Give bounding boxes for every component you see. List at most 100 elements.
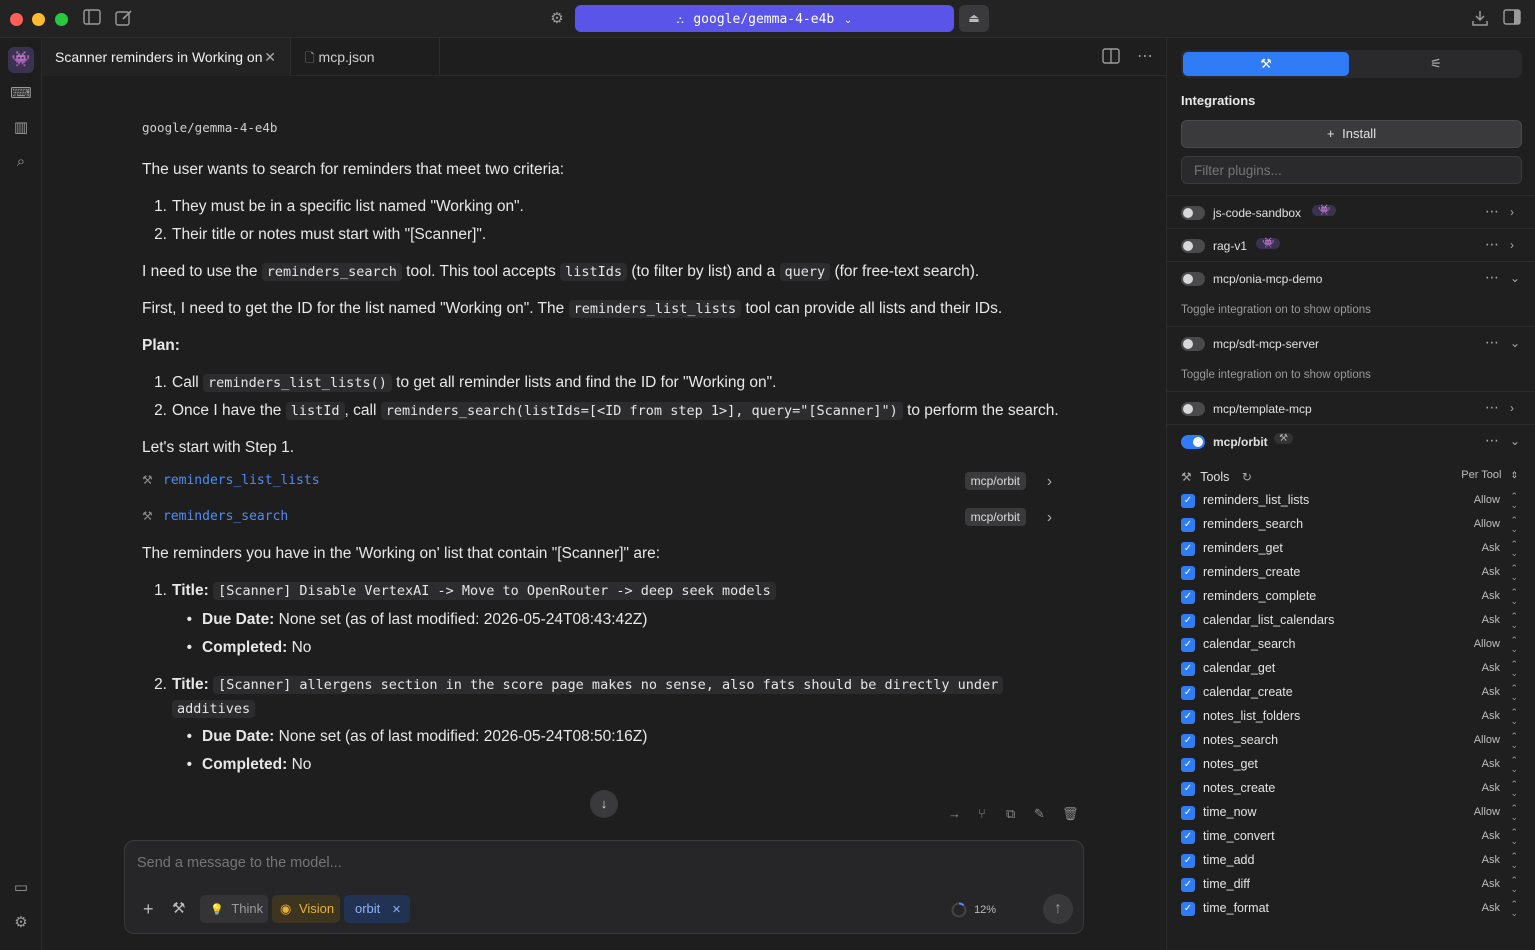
per-tool-select[interactable]: Per Tool ⇕ — [1461, 469, 1518, 481]
orbit-plugin-chip[interactable]: orbit ✕ — [344, 895, 410, 923]
eject-model-button[interactable]: ⏏ — [959, 5, 989, 32]
chat-mode-icon[interactable]: 👾 — [8, 47, 34, 73]
plugin-row-mcp-orbit[interactable]: mcp/orbit ⚒ ⋯ ⌄ — [1167, 424, 1535, 457]
plugin-row-js-code-sandbox[interactable]: js-code-sandbox 👾 ⋯ › — [1167, 195, 1535, 228]
right-panel-toggle-icon[interactable] — [1502, 9, 1522, 29]
delete-icon[interactable]: 🗑 — [1062, 806, 1079, 822]
tool-call-row[interactable]: ⚒ reminders_search mcp/orbit › — [142, 507, 1060, 531]
tool-checkbox[interactable]: ✓ — [1181, 566, 1195, 580]
continue-icon[interactable]: → — [948, 806, 961, 821]
tool-permission-select[interactable]: Ask — [1482, 542, 1500, 554]
remove-chip-icon[interactable]: ✕ — [392, 904, 401, 916]
plugin-row-rag-v1[interactable]: rag-v1 👾 ⋯ › — [1167, 228, 1535, 261]
tool-permission-select[interactable]: Ask — [1482, 566, 1500, 578]
developer-icon[interactable]: ▭ — [8, 875, 34, 901]
tool-checkbox[interactable]: ✓ — [1181, 494, 1195, 508]
tool-permission-select[interactable]: Ask — [1482, 902, 1500, 914]
tool-checkbox[interactable]: ✓ — [1181, 662, 1195, 676]
chevron-right-icon[interactable]: › — [1510, 401, 1514, 415]
more-icon[interactable]: ⋯ — [1485, 334, 1499, 351]
tool-checkbox[interactable]: ✓ — [1181, 638, 1195, 652]
plugin-toggle[interactable] — [1181, 435, 1205, 449]
tool-checkbox[interactable]: ✓ — [1181, 614, 1195, 628]
tool-permission-select[interactable]: Ask — [1482, 830, 1500, 842]
new-chat-icon[interactable] — [114, 9, 134, 29]
minimize-window-button[interactable] — [32, 13, 45, 26]
tools-tab[interactable]: ⚒ — [1183, 52, 1349, 76]
tool-permission-select[interactable]: Ask — [1482, 686, 1500, 698]
close-window-button[interactable] — [10, 13, 23, 26]
chevron-down-icon[interactable]: ⌄ — [1510, 434, 1520, 448]
tool-checkbox[interactable]: ✓ — [1181, 542, 1195, 556]
edit-icon[interactable]: ✎ — [1034, 806, 1045, 822]
tool-permission-select[interactable]: Allow — [1474, 806, 1500, 818]
tools-hammer-icon[interactable]: ⚒ — [172, 899, 185, 917]
refresh-icon[interactable]: ↻ — [1242, 470, 1252, 484]
more-icon[interactable]: ⋯ — [1485, 399, 1499, 416]
tool-permission-select[interactable]: Ask — [1482, 614, 1500, 626]
send-button[interactable]: ↑ — [1043, 894, 1073, 924]
plugin-row-mcp-onia-mcp-demo[interactable]: mcp/onia-mcp-demo ⋯ ⌄ Toggle integration… — [1167, 261, 1535, 326]
tab-mcp-json[interactable]: 🗋 mcp.json — [292, 38, 440, 76]
download-icon[interactable] — [1470, 9, 1490, 29]
think-toggle[interactable]: 💡 Think — [200, 895, 268, 923]
plugin-toggle[interactable] — [1181, 402, 1205, 416]
tool-checkbox[interactable]: ✓ — [1181, 734, 1195, 748]
tool-checkbox[interactable]: ✓ — [1181, 518, 1195, 532]
tool-checkbox[interactable]: ✓ — [1181, 710, 1195, 724]
tool-checkbox[interactable]: ✓ — [1181, 686, 1195, 700]
tool-permission-select[interactable]: Ask — [1482, 878, 1500, 890]
tool-checkbox[interactable]: ✓ — [1181, 806, 1195, 820]
settings-gear-icon[interactable]: ⚙ — [8, 910, 34, 936]
install-button[interactable]: + Install — [1181, 120, 1522, 148]
tool-permission-select[interactable]: Allow — [1474, 494, 1500, 506]
more-options-icon[interactable]: ⋯ — [1137, 46, 1153, 66]
tool-checkbox[interactable]: ✓ — [1181, 854, 1195, 868]
tool-permission-select[interactable]: Ask — [1482, 710, 1500, 722]
plugin-toggle[interactable] — [1181, 206, 1205, 220]
scroll-to-bottom-button[interactable]: ↓ — [590, 790, 618, 818]
close-tab-icon[interactable]: ✕ — [264, 38, 276, 76]
add-attachment-icon[interactable]: + — [143, 899, 154, 920]
terminal-icon[interactable]: ⌨ — [8, 81, 34, 107]
tool-permission-select[interactable]: Allow — [1474, 734, 1500, 746]
copy-icon[interactable]: ⧉ — [1006, 806, 1015, 822]
tool-call-row[interactable]: ⚒ reminders_list_lists mcp/orbit › — [142, 471, 1060, 495]
vision-toggle[interactable]: ◉ Vision — [272, 895, 340, 923]
split-view-icon[interactable] — [1102, 48, 1120, 69]
tool-checkbox[interactable]: ✓ — [1181, 590, 1195, 604]
plugin-toggle[interactable] — [1181, 239, 1205, 253]
model-settings-icon[interactable]: ⚙ — [547, 9, 567, 29]
chevron-right-icon[interactable]: › — [1510, 205, 1514, 219]
tool-permission-select[interactable]: Ask — [1482, 662, 1500, 674]
discover-icon[interactable]: ⌕ — [8, 149, 34, 175]
more-icon[interactable]: ⋯ — [1485, 236, 1499, 253]
plugin-toggle[interactable] — [1181, 272, 1205, 286]
tool-checkbox[interactable]: ✓ — [1181, 830, 1195, 844]
tool-checkbox[interactable]: ✓ — [1181, 782, 1195, 796]
settings-tab[interactable]: ⚟ — [1353, 52, 1519, 76]
tool-checkbox[interactable]: ✓ — [1181, 902, 1195, 916]
plugin-row-mcp-sdt-mcp-server[interactable]: mcp/sdt-mcp-server ⋯ ⌄ Toggle integratio… — [1167, 326, 1535, 391]
branch-icon[interactable]: ⑂ — [978, 806, 986, 821]
tool-permission-select[interactable]: Ask — [1482, 782, 1500, 794]
more-icon[interactable]: ⋯ — [1485, 432, 1499, 449]
models-icon[interactable]: ▥ — [8, 115, 34, 141]
tool-permission-select[interactable]: Allow — [1474, 518, 1500, 530]
plugin-toggle[interactable] — [1181, 337, 1205, 351]
zoom-window-button[interactable] — [55, 13, 68, 26]
tool-permission-select[interactable]: Ask — [1482, 854, 1500, 866]
filter-plugins-input[interactable] — [1181, 156, 1522, 184]
more-icon[interactable]: ⋯ — [1485, 269, 1499, 286]
message-input[interactable] — [137, 853, 1067, 873]
chevron-down-icon[interactable]: ⌄ — [1510, 271, 1520, 285]
tool-permission-select[interactable]: Ask — [1482, 758, 1500, 770]
tool-checkbox[interactable]: ✓ — [1181, 878, 1195, 892]
chevron-right-icon[interactable]: › — [1510, 238, 1514, 252]
sidebar-toggle-icon[interactable] — [82, 9, 102, 29]
plugin-row-mcp-template-mcp[interactable]: mcp/template-mcp ⋯ › — [1167, 391, 1535, 424]
tool-checkbox[interactable]: ✓ — [1181, 758, 1195, 772]
more-icon[interactable]: ⋯ — [1485, 203, 1499, 220]
tool-permission-select[interactable]: Ask — [1482, 590, 1500, 602]
chevron-down-icon[interactable]: ⌄ — [1510, 336, 1520, 350]
